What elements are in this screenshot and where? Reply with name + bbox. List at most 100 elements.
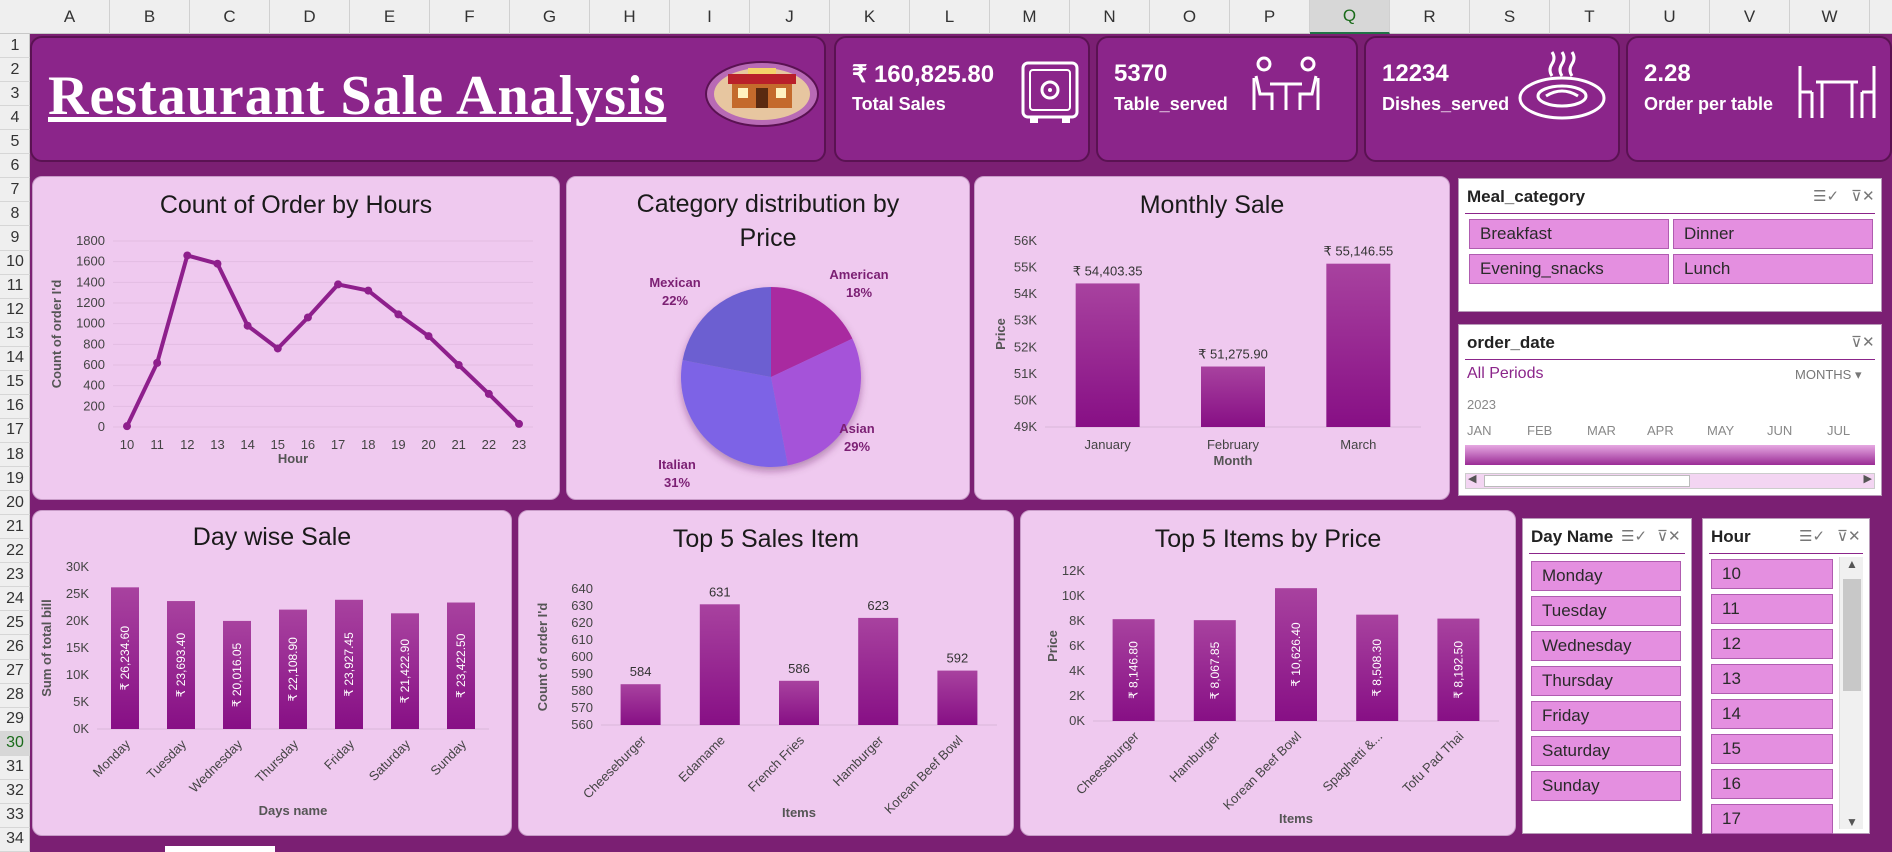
- row-header-28[interactable]: 28: [0, 684, 30, 708]
- slicer-item-hour[interactable]: 16: [1711, 769, 1833, 799]
- timeline-month[interactable]: JAN: [1467, 423, 1492, 438]
- row-header-8[interactable]: 8: [0, 202, 30, 227]
- row-header-9[interactable]: 9: [0, 226, 30, 251]
- multi-select-icon[interactable]: ☰✓: [1799, 527, 1825, 545]
- slicer-item-evening-snacks[interactable]: Evening_snacks: [1469, 254, 1669, 284]
- slicer-item-hour[interactable]: 10: [1711, 559, 1833, 589]
- timeline-month[interactable]: JUN: [1767, 423, 1792, 438]
- column-header-k[interactable]: K: [830, 0, 910, 34]
- row-header-4[interactable]: 4: [0, 106, 30, 131]
- row-header-14[interactable]: 14: [0, 347, 30, 371]
- slicer-item-hour[interactable]: 12: [1711, 629, 1833, 659]
- column-header-g[interactable]: G: [510, 0, 590, 34]
- row-header-1[interactable]: 1: [0, 34, 30, 59]
- slicer-item-day[interactable]: Friday: [1531, 701, 1681, 731]
- row-header-5[interactable]: 5: [0, 130, 30, 155]
- slicer-item-day[interactable]: Wednesday: [1531, 631, 1681, 661]
- column-header-t[interactable]: T: [1550, 0, 1630, 34]
- row-header-29[interactable]: 29: [0, 708, 30, 732]
- timeline-selection-bar[interactable]: [1465, 445, 1875, 465]
- row-header-16[interactable]: 16: [0, 395, 30, 419]
- slicer-item-dinner[interactable]: Dinner: [1673, 219, 1873, 249]
- row-header-6[interactable]: 6: [0, 154, 30, 179]
- row-header-25[interactable]: 25: [0, 611, 30, 636]
- column-header-a[interactable]: A: [30, 0, 110, 34]
- row-header-21[interactable]: 21: [0, 515, 30, 540]
- time-level-dropdown[interactable]: MONTHS ▾: [1795, 367, 1862, 383]
- row-header-23[interactable]: 23: [0, 563, 30, 588]
- timeline-scroll-thumb[interactable]: [1484, 475, 1690, 487]
- column-header-r[interactable]: R: [1390, 0, 1470, 34]
- column-header-c[interactable]: C: [190, 0, 270, 34]
- row-header-27[interactable]: 27: [0, 660, 30, 684]
- slicer-item-hour[interactable]: 13: [1711, 664, 1833, 694]
- slicer-item-hour[interactable]: 11: [1711, 594, 1833, 624]
- row-header-20[interactable]: 20: [0, 491, 30, 516]
- slicer-item-day[interactable]: Monday: [1531, 561, 1681, 591]
- column-header-d[interactable]: D: [270, 0, 350, 34]
- timeline-month[interactable]: FEB: [1527, 423, 1552, 438]
- slicer-item-hour[interactable]: 14: [1711, 699, 1833, 729]
- column-header-h[interactable]: H: [590, 0, 670, 34]
- scroll-down-icon[interactable]: ▼: [1846, 815, 1858, 829]
- column-header-p[interactable]: P: [1230, 0, 1310, 34]
- column-header-f[interactable]: F: [430, 0, 510, 34]
- timeline-month[interactable]: JUL: [1827, 423, 1850, 438]
- clear-filter-icon[interactable]: ⊽✕: [1657, 527, 1681, 545]
- row-header-33[interactable]: 33: [0, 804, 30, 828]
- row-header-19[interactable]: 19: [0, 467, 30, 492]
- column-header-o[interactable]: O: [1150, 0, 1230, 34]
- row-header-31[interactable]: 31: [0, 756, 30, 780]
- hour-slicer-scrollbar[interactable]: ▲ ▼: [1839, 557, 1863, 829]
- column-header-s[interactable]: S: [1470, 0, 1550, 34]
- sheet-tab[interactable]: [165, 846, 275, 852]
- timeline-scrollbar[interactable]: ◀ ▶: [1465, 473, 1875, 489]
- column-header-u[interactable]: U: [1630, 0, 1710, 34]
- column-header-i[interactable]: I: [670, 0, 750, 34]
- row-header-26[interactable]: 26: [0, 635, 30, 660]
- column-header-e[interactable]: E: [350, 0, 430, 34]
- slicer-item-day[interactable]: Sunday: [1531, 771, 1681, 801]
- scroll-up-icon[interactable]: ▲: [1846, 557, 1858, 571]
- slicer-item-day[interactable]: Tuesday: [1531, 596, 1681, 626]
- row-header-32[interactable]: 32: [0, 780, 30, 804]
- row-header-11[interactable]: 11: [0, 275, 30, 299]
- column-header-n[interactable]: N: [1070, 0, 1150, 34]
- row-header-10[interactable]: 10: [0, 251, 30, 275]
- multi-select-icon[interactable]: ☰✓: [1813, 187, 1839, 205]
- timeline-month[interactable]: APR: [1647, 423, 1674, 438]
- slicer-item-hour[interactable]: 17: [1711, 804, 1833, 834]
- slicer-item-lunch[interactable]: Lunch: [1673, 254, 1873, 284]
- scroll-left-icon[interactable]: ◀: [1468, 472, 1476, 485]
- slicer-item-hour[interactable]: 15: [1711, 734, 1833, 764]
- slicer-item-day[interactable]: Saturday: [1531, 736, 1681, 766]
- clear-filter-icon[interactable]: ⊽✕: [1837, 527, 1861, 545]
- row-header-3[interactable]: 3: [0, 82, 30, 107]
- row-header-18[interactable]: 18: [0, 443, 30, 468]
- row-header-34[interactable]: 34: [0, 828, 30, 852]
- timeline-month[interactable]: MAY: [1707, 423, 1734, 438]
- slicer-item-breakfast[interactable]: Breakfast: [1469, 219, 1669, 249]
- slicer-item-day[interactable]: Thursday: [1531, 666, 1681, 696]
- column-header-j[interactable]: J: [750, 0, 830, 34]
- clear-filter-icon[interactable]: ⊽✕: [1851, 187, 1875, 205]
- row-header-30[interactable]: 30: [0, 731, 30, 756]
- row-header-15[interactable]: 15: [0, 371, 30, 395]
- row-header-17[interactable]: 17: [0, 419, 30, 443]
- scroll-thumb[interactable]: [1843, 579, 1861, 691]
- row-header-24[interactable]: 24: [0, 587, 30, 612]
- column-header-m[interactable]: M: [990, 0, 1070, 34]
- row-header-13[interactable]: 13: [0, 323, 30, 347]
- column-header-b[interactable]: B: [110, 0, 190, 34]
- multi-select-icon[interactable]: ☰✓: [1621, 527, 1647, 545]
- row-header-12[interactable]: 12: [0, 299, 30, 323]
- column-header-w[interactable]: W: [1790, 0, 1870, 34]
- timeline-month[interactable]: MAR: [1587, 423, 1616, 438]
- row-header-2[interactable]: 2: [0, 58, 30, 83]
- column-header-l[interactable]: L: [910, 0, 990, 34]
- row-header-22[interactable]: 22: [0, 539, 30, 564]
- row-header-7[interactable]: 7: [0, 178, 30, 203]
- column-header-q[interactable]: Q: [1310, 0, 1390, 34]
- column-header-v[interactable]: V: [1710, 0, 1790, 34]
- scroll-right-icon[interactable]: ▶: [1864, 472, 1872, 485]
